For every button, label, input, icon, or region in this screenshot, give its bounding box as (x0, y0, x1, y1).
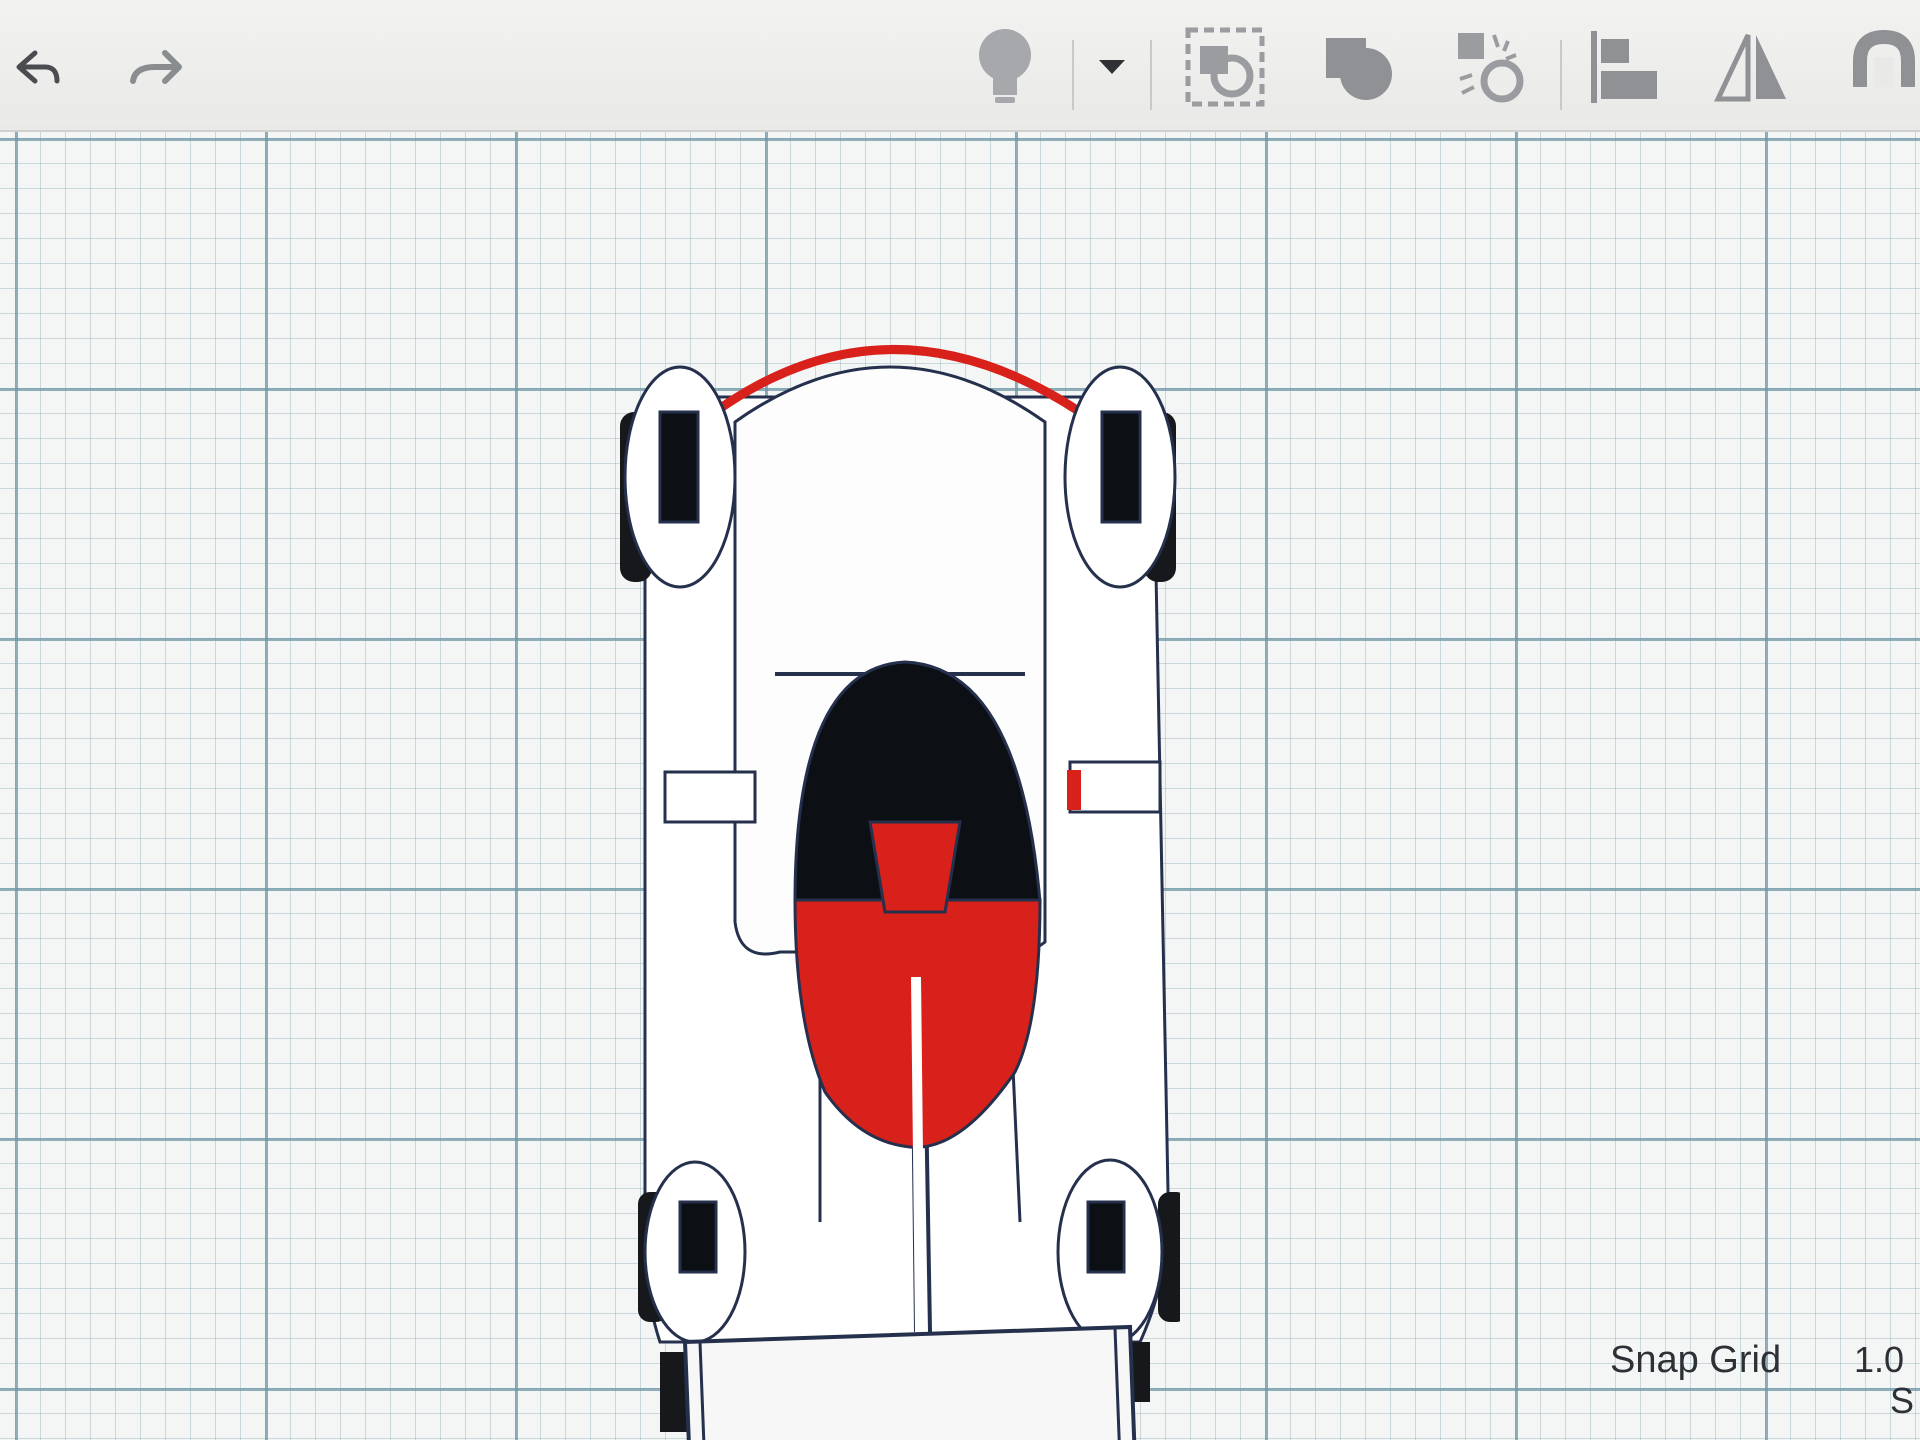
redo-arrow-icon (130, 50, 182, 84)
undo-button[interactable] (0, 22, 70, 112)
race-car-model[interactable] (620, 322, 1180, 1440)
snap-grid-control[interactable]: Snap Grid 1.0 (1610, 1320, 1920, 1400)
align-button[interactable] (1585, 22, 1665, 112)
group-shapes-icon (1326, 38, 1392, 100)
snap-grid-label: Snap Grid (1610, 1338, 1782, 1381)
snap-grid-value[interactable]: 1.0 (1854, 1339, 1904, 1381)
group-button[interactable] (1320, 22, 1400, 112)
rear-wing (682, 1324, 1137, 1440)
ungroup-button[interactable] (1450, 22, 1530, 112)
light-button[interactable] (970, 22, 1040, 112)
cockpit-triangle (868, 820, 962, 914)
undo-arrow-icon (16, 50, 60, 84)
caret-down-icon (1099, 60, 1125, 74)
mirror-button[interactable] (1712, 22, 1792, 112)
mirror-icon (1714, 33, 1786, 102)
group-bracket-icon (1185, 27, 1265, 107)
ungroup-icon (1458, 33, 1524, 103)
toolbar-separator (1150, 40, 1152, 110)
redo-button[interactable] (120, 22, 200, 112)
group-selection-button[interactable] (1180, 22, 1270, 112)
align-icon (1591, 31, 1657, 103)
front-left-wheel (620, 365, 737, 589)
lightbulb-icon (979, 29, 1031, 103)
toolbar-separator (1072, 40, 1074, 110)
toolbar (0, 0, 1920, 132)
light-dropdown-button[interactable] (1092, 22, 1132, 112)
magnet-icon (1852, 29, 1915, 87)
magnet-button[interactable] (1845, 22, 1920, 112)
front-right-wheel (1063, 365, 1177, 589)
workplane-grid[interactable]: S (0, 132, 1920, 1440)
toolbar-separator (1560, 40, 1562, 110)
